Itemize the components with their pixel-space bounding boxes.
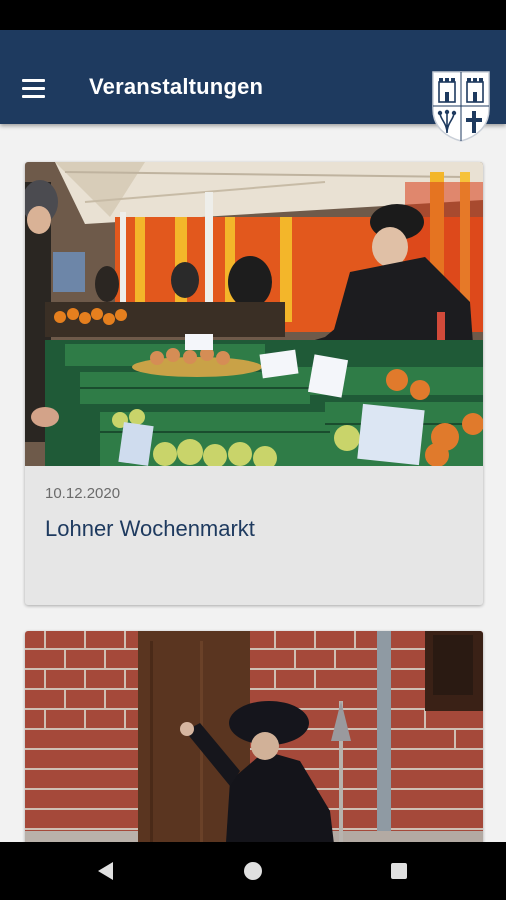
home-circle-icon[interactable] [244,862,262,880]
hamburger-menu-icon[interactable] [22,79,48,99]
app-bar: Veranstaltungen [0,30,506,142]
recents-square-icon[interactable] [391,863,407,879]
event-card[interactable]: 10.12.2020 Lohner Wochenmarkt [25,162,483,605]
night-watchman-photo [25,631,483,842]
event-date: 10.12.2020 [45,485,121,502]
status-bar [0,0,506,30]
back-triangle-icon[interactable] [96,861,116,881]
event-card[interactable] [25,631,483,842]
market-stall-photo [25,162,483,466]
city-coat-of-arms-icon [432,71,490,142]
page-title: Veranstaltungen [89,74,264,99]
event-title[interactable]: Lohner Wochenmarkt [45,516,255,542]
event-list: 10.12.2020 Lohner Wochenmarkt [0,124,506,842]
